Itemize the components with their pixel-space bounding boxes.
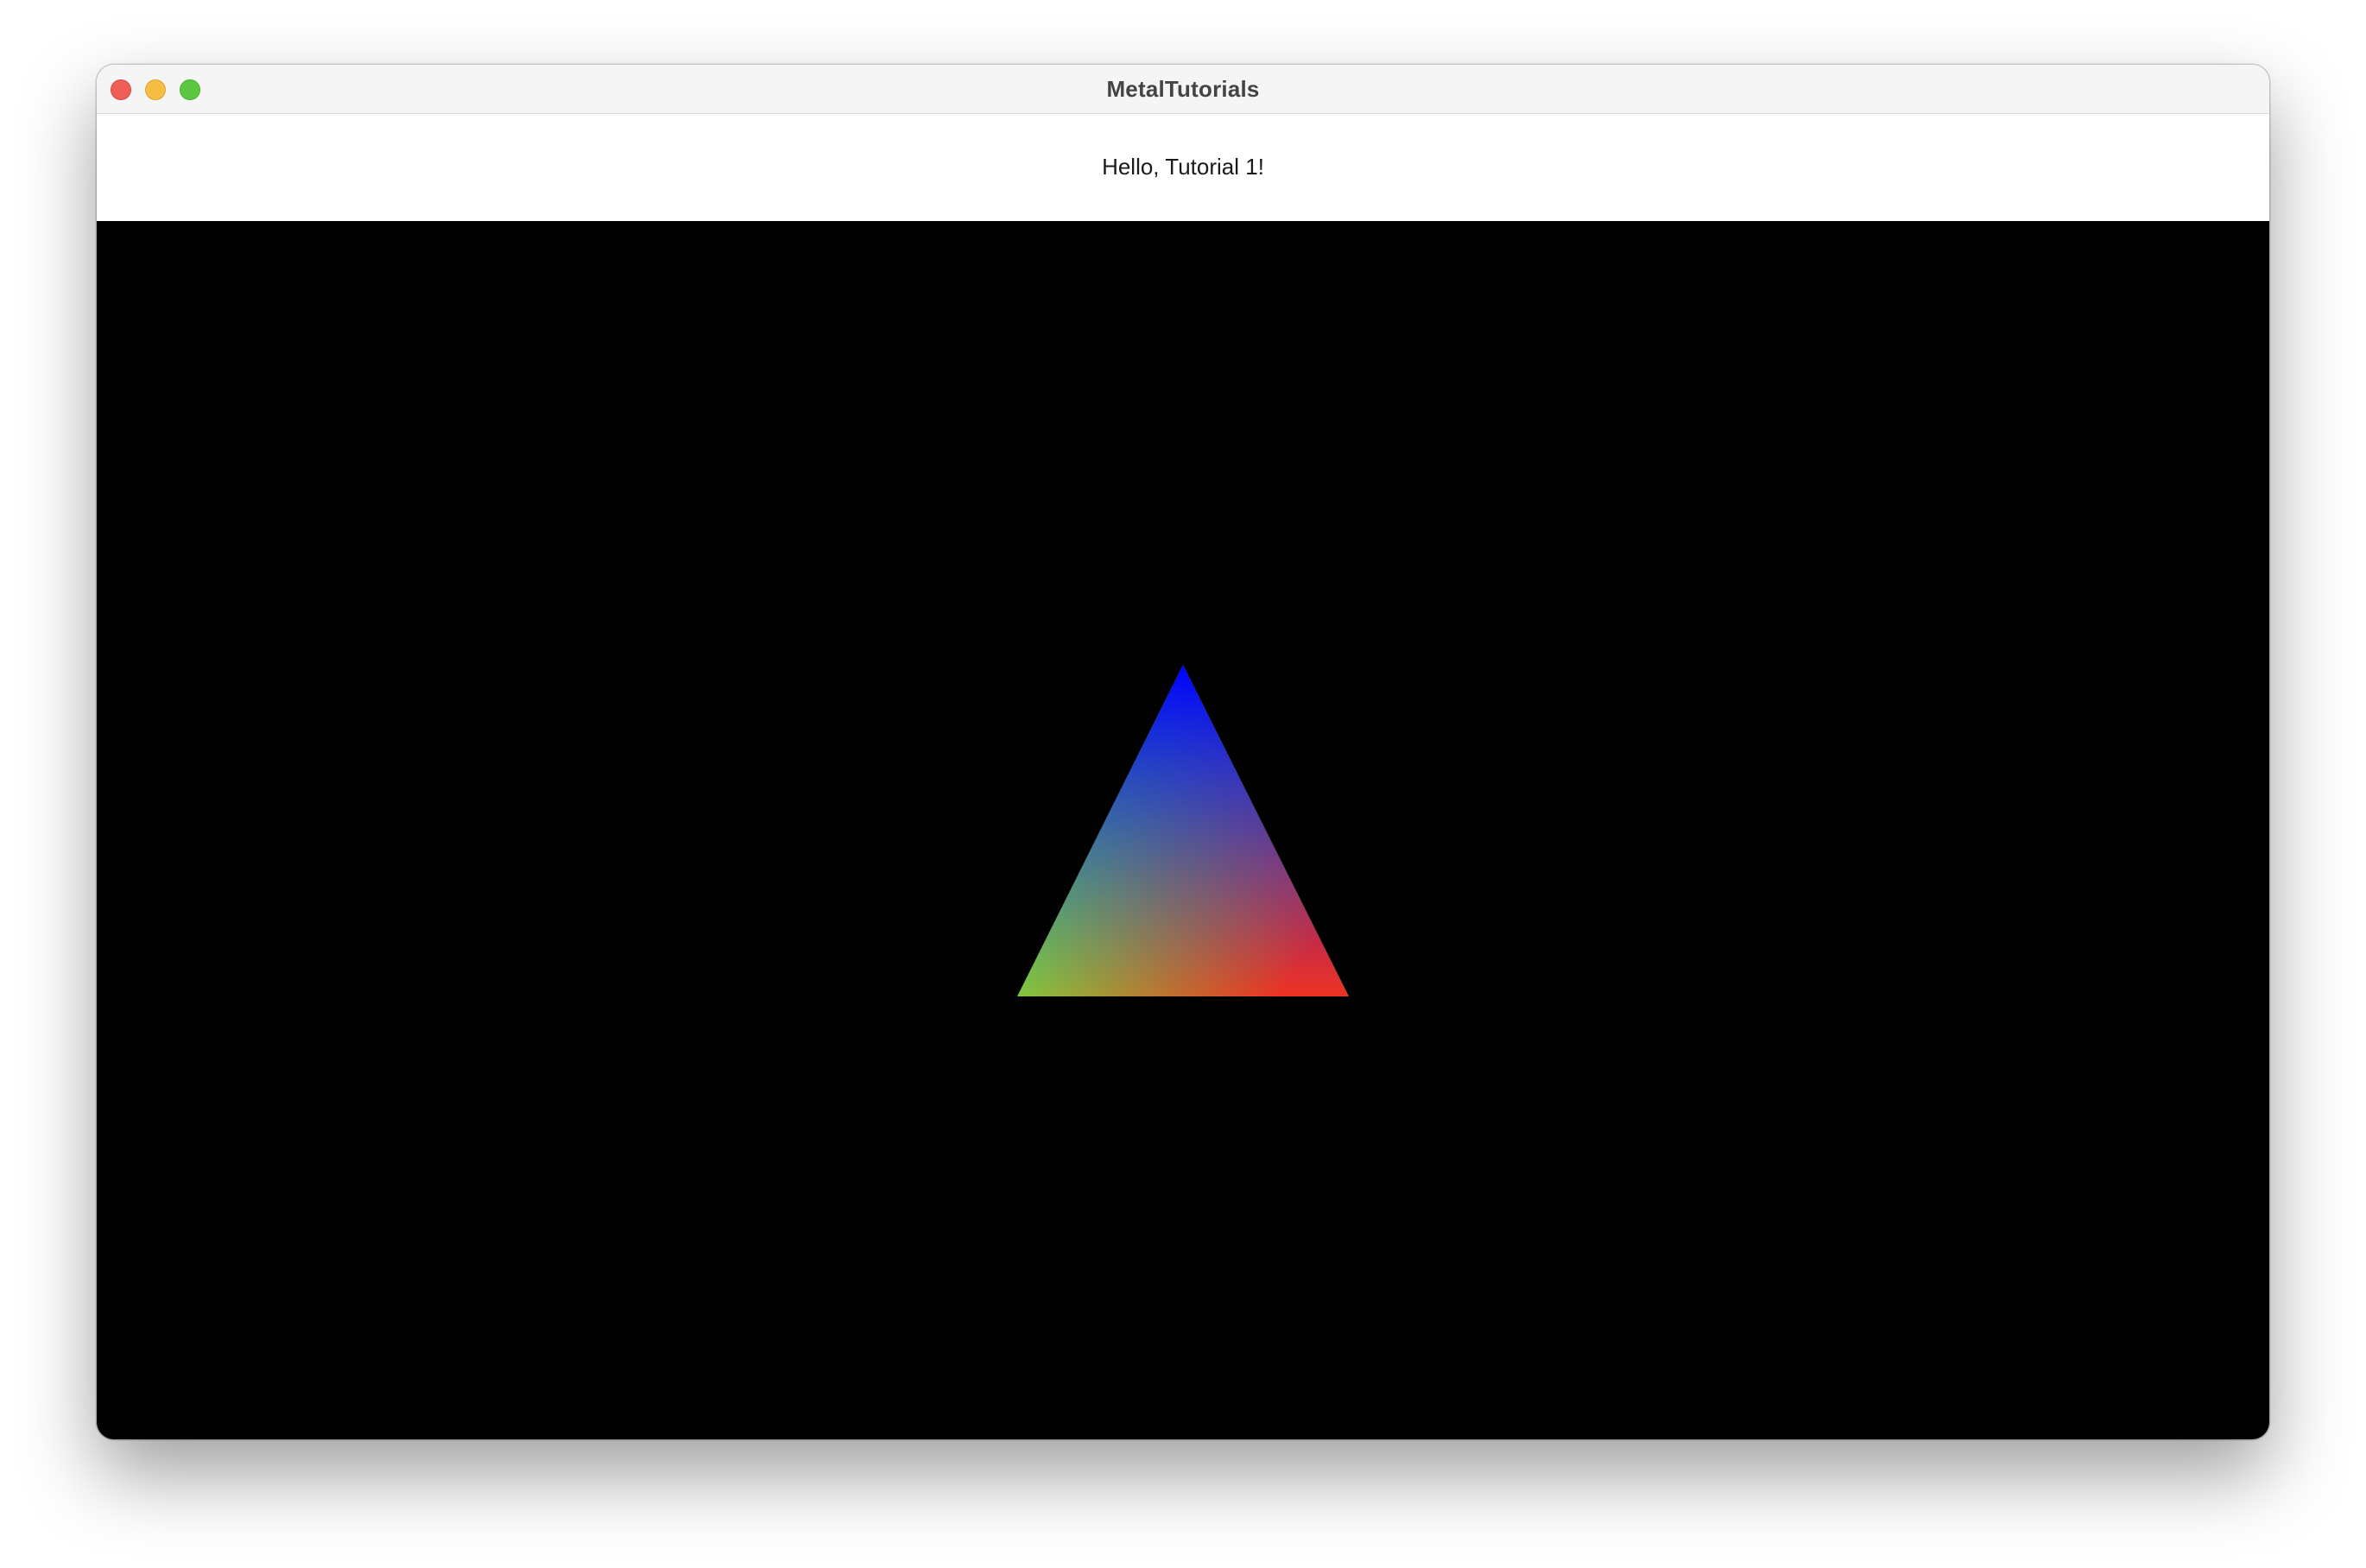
app-window: MetalTutorials Hello, Tutorial 1! xyxy=(97,65,2269,1439)
title-bar[interactable]: MetalTutorials xyxy=(97,65,2269,114)
window-title: MetalTutorials xyxy=(1106,76,1260,102)
greeting-text: Hello, Tutorial 1! xyxy=(1102,154,1264,180)
metal-render-view xyxy=(97,221,2269,1439)
triangle-blue-layer xyxy=(1017,665,1349,996)
content-header: Hello, Tutorial 1! xyxy=(97,114,2269,221)
render-canvas xyxy=(1017,665,1349,996)
